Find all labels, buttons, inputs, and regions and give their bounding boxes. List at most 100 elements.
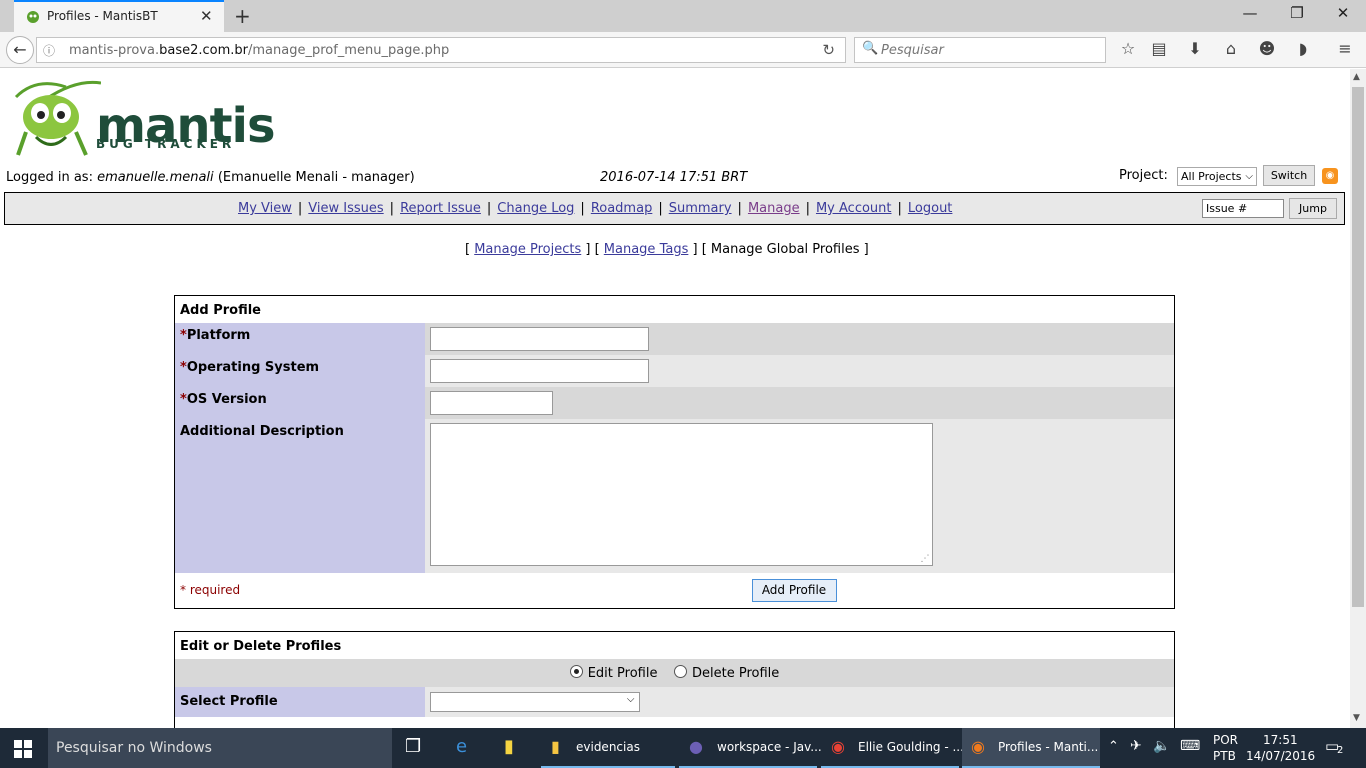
taskbar-app-label: Ellie Goulding - ...: [858, 740, 964, 754]
jump-button[interactable]: Jump: [1289, 198, 1337, 219]
add-profile-title: Add Profile: [180, 303, 261, 319]
menu-summary[interactable]: Summary: [669, 201, 732, 216]
menu-roadmap[interactable]: Roadmap: [591, 201, 653, 216]
url-text: mantis-prova.base2.com.br/manage_prof_me…: [69, 43, 450, 58]
keyboard-layout[interactable]: PTB: [1213, 749, 1236, 763]
additional-description-textarea[interactable]: ⋰: [429, 422, 933, 566]
scrollbar-thumb[interactable]: [1352, 87, 1364, 607]
scroll-down-icon[interactable]: ▼: [1353, 713, 1360, 723]
window-close-icon[interactable]: ✕: [1328, 4, 1358, 22]
project-select-value: All Projects: [1181, 170, 1242, 183]
manage-submenu: [ Manage Projects ] [ Manage Tags ] [ Ma…: [465, 242, 869, 257]
taskbar-app-label: evidencias: [576, 740, 640, 754]
search-engine-icon: 🔍: [862, 41, 879, 56]
windows-search-placeholder: Pesquisar no Windows: [56, 740, 212, 756]
download-icon[interactable]: ⬇: [1183, 39, 1207, 58]
hamburger-menu-icon[interactable]: ≡: [1333, 39, 1357, 58]
emoji-icon[interactable]: ☻: [1255, 39, 1279, 58]
tab-title: Profiles - MantisBT: [47, 9, 158, 23]
rss-icon[interactable]: ◉: [1322, 168, 1338, 184]
eclipse-icon: ●: [689, 737, 703, 756]
manage-projects-link[interactable]: Manage Projects: [474, 242, 581, 257]
edit-profile-form: Edit or Delete Profiles Edit Profile Del…: [174, 631, 1175, 728]
home-icon[interactable]: ⌂: [1219, 39, 1243, 58]
clock-time[interactable]: 17:51: [1263, 733, 1298, 747]
browser-tab-bar: Profiles - MantisBT ✕ + — ❐ ✕: [0, 0, 1366, 32]
resize-grip-icon[interactable]: ⋰: [921, 554, 930, 564]
new-tab-icon[interactable]: +: [234, 4, 251, 28]
issue-number-input[interactable]: Issue #: [1202, 199, 1284, 218]
pocket-icon[interactable]: ◗: [1291, 39, 1315, 58]
menu-change-log[interactable]: Change Log: [497, 201, 574, 216]
delete-profile-radio[interactable]: [673, 664, 687, 678]
platform-label: *Platform: [174, 322, 425, 355]
folder-icon: ▮: [551, 737, 560, 756]
taskbar-app-label: Profiles - Manti...: [998, 740, 1099, 754]
edit-profile-radio[interactable]: [569, 664, 583, 678]
username: emanuelle.menali: [97, 170, 214, 185]
task-view-icon[interactable]: ❐: [405, 736, 421, 757]
page-scrollbar[interactable]: ▲ ▼: [1350, 69, 1366, 728]
menu-logout[interactable]: Logout: [908, 201, 953, 216]
select-profile-dropdown[interactable]: ⌵: [429, 691, 640, 712]
project-select[interactable]: All Projects ⌵: [1177, 167, 1257, 186]
profile-action-options: Edit Profile Delete Profile: [174, 658, 1175, 687]
operating-system-label: *Operating System: [174, 354, 425, 387]
page-content: mantis BUG TRACKER Logged in as: emanuel…: [0, 69, 1350, 728]
menu-items: My View | View Issues | Report Issue | Change …: [238, 201, 953, 216]
menu-my-account[interactable]: My Account: [816, 201, 892, 216]
chrome-icon: ◉: [831, 737, 845, 756]
scroll-up-icon[interactable]: ▲: [1353, 72, 1360, 82]
switch-button[interactable]: Switch: [1263, 165, 1315, 186]
edge-icon[interactable]: e: [456, 736, 467, 757]
taskbar-app-chrome[interactable]: ◉ Ellie Goulding - ...: [821, 728, 964, 768]
browser-tab-active[interactable]: Profiles - MantisBT ✕: [14, 0, 224, 32]
current-datetime: 2016-07-14 17:51 BRT: [600, 170, 748, 185]
browser-search-input[interactable]: 🔍 Pesquisar: [854, 37, 1106, 63]
bookmark-star-icon[interactable]: ☆: [1116, 39, 1140, 58]
menu-report-issue[interactable]: Report Issue: [400, 201, 481, 216]
main-menu: My View | View Issues | Report Issue | Change …: [4, 192, 1345, 225]
keyboard-icon[interactable]: ⌨: [1180, 738, 1200, 754]
reading-list-icon[interactable]: ▤: [1147, 39, 1171, 58]
logged-in-label: Logged in as:: [6, 170, 93, 185]
menu-my-view[interactable]: My View: [238, 201, 292, 216]
tray-chevron-up-icon[interactable]: ⌃: [1108, 739, 1119, 754]
tab-close-icon[interactable]: ✕: [200, 7, 213, 25]
firefox-icon: ◉: [971, 737, 985, 756]
back-button[interactable]: ←: [6, 36, 34, 64]
add-profile-button[interactable]: Add Profile: [751, 578, 837, 602]
site-info-icon[interactable]: ⓘ: [43, 42, 55, 59]
minimize-icon[interactable]: —: [1235, 4, 1265, 22]
address-bar[interactable]: ⓘ mantis-prova.base2.com.br/manage_prof_…: [36, 37, 846, 63]
platform-input[interactable]: [429, 326, 649, 351]
search-placeholder: Pesquisar: [881, 43, 944, 58]
chevron-down-icon: ⌵: [626, 693, 635, 705]
required-note: * required: [180, 583, 241, 598]
operating-system-input[interactable]: [429, 358, 649, 383]
edit-profile-label: Edit Profile: [587, 665, 658, 681]
mantis-logo-icon: [14, 80, 101, 156]
manage-global-profiles-current: Manage Global Profiles: [710, 242, 860, 257]
add-profile-form: Add Profile *Platform *Operating System …: [174, 295, 1175, 609]
windows-search-input[interactable]: Pesquisar no Windows: [48, 728, 392, 768]
os-version-input[interactable]: [429, 390, 553, 415]
manage-tags-link[interactable]: Manage Tags: [604, 242, 689, 257]
logo-subtitle: BUG TRACKER: [96, 137, 236, 151]
mantis-favicon-icon: [27, 11, 39, 23]
menu-manage[interactable]: Manage: [748, 201, 800, 216]
taskbar-app-explorer[interactable]: ▮ evidencias: [541, 728, 675, 768]
language-code[interactable]: POR: [1213, 733, 1238, 747]
restore-icon[interactable]: ❐: [1282, 4, 1312, 22]
windows-start-icon[interactable]: [14, 740, 32, 758]
clock-date[interactable]: 14/07/2016: [1246, 749, 1315, 763]
network-icon[interactable]: ✈: [1130, 738, 1142, 754]
taskbar-app-eclipse[interactable]: ● workspace - Jav...: [679, 728, 822, 768]
taskbar-app-label: workspace - Jav...: [717, 740, 822, 754]
reload-icon[interactable]: ↻: [822, 41, 835, 59]
menu-view-issues[interactable]: View Issues: [308, 201, 383, 216]
project-label: Project:: [1119, 168, 1168, 183]
taskbar-app-firefox[interactable]: ◉ Profiles - Manti...: [962, 728, 1100, 768]
sticky-notes-icon[interactable]: ▮: [504, 736, 514, 757]
volume-icon[interactable]: 🔈: [1153, 738, 1170, 754]
